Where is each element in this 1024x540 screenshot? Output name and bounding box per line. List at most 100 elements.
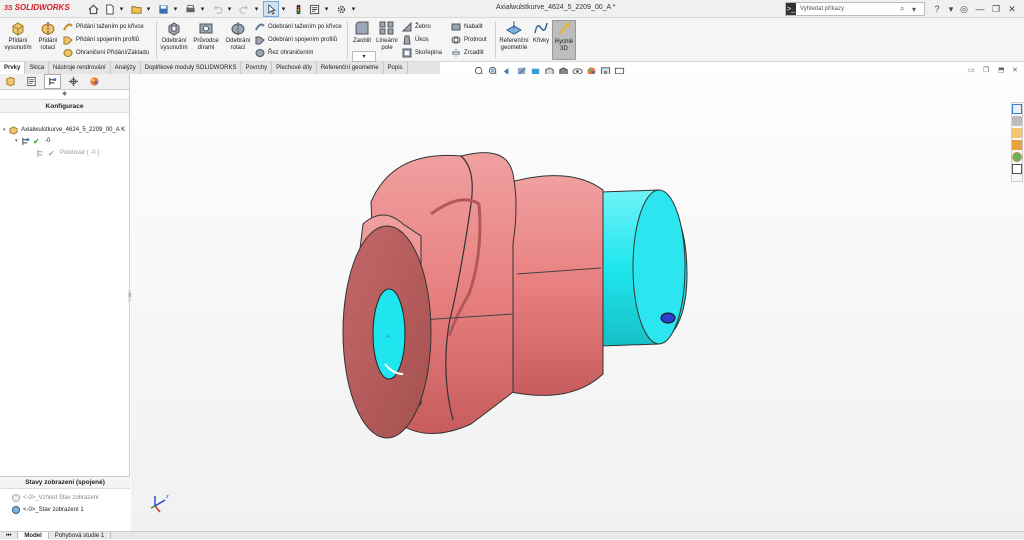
ribbon-separator [495,21,496,59]
design-library-icon[interactable] [1012,128,1022,138]
wrap-button[interactable]: Nabalit [451,21,483,32]
property-manager-tab[interactable] [24,75,39,88]
viewport-minimize-icon[interactable]: ▭ [968,66,975,74]
search-box[interactable]: >_ Vyhledat příkazy ⌕ ▾ [785,2,925,16]
document-title: Axialwulstkurve_4624_5_2209_00_A * [496,4,616,11]
shell-button[interactable]: Skořepina [402,47,442,58]
tab-sketch[interactable]: Skica [25,62,50,74]
lofted-cut-button[interactable]: Odebrání spojením profilů [255,34,337,45]
undo-icon[interactable] [210,2,224,16]
shaft-end-face[interactable] [632,189,686,345]
dimxpert-manager-tab[interactable] [66,75,81,88]
rib-button[interactable]: Žebro [402,21,431,32]
tab-sheet-metal[interactable]: Plechové díly [272,62,317,74]
viewport-maximize-icon[interactable]: ⬒ [998,66,1005,74]
viewport-restore-icon[interactable]: ❐ [983,66,989,74]
graphics-area[interactable]: ᴬ z [131,74,1024,531]
restore-icon[interactable]: ❐ [990,3,1002,15]
tab-addins[interactable]: Doplňkové moduly SOLIDWORKS [141,62,242,74]
file-props-dropdown-icon[interactable]: ▾ [323,2,330,16]
select-dropdown-icon[interactable]: ▾ [280,2,287,16]
tree-root-row[interactable]: ▾ Axialwulstkurve_4624_5_2209_00_A K [3,125,125,135]
search-icon[interactable]: ⌕ [900,4,912,14]
ribbon-separator [156,21,157,59]
tab-model[interactable]: Model [18,532,49,539]
scroll-first-icon[interactable]: ⏮ [0,532,19,539]
resources-icon[interactable] [1012,116,1022,126]
search-dropdown-icon[interactable]: ▾ [912,5,924,14]
fillet-dropdown-icon[interactable]: ▾ [352,51,376,62]
save-icon[interactable] [156,2,170,16]
lofted-boss-button[interactable]: Přidání spojením profilů [63,34,139,45]
linear-pattern-button[interactable]: Lineární pole [376,20,398,60]
extrude-cut-button[interactable]: Odebrání vysunutím [159,20,189,60]
file-props-icon[interactable] [307,2,321,16]
configuration-manager-tab[interactable] [44,74,61,89]
print-dropdown-icon[interactable]: ▾ [199,2,206,16]
print-icon[interactable] [183,2,197,16]
viewport-close-icon[interactable]: ✕ [1012,66,1018,74]
open-icon[interactable] [129,2,143,16]
swept-cut-button[interactable]: Odebrání tažením po křivce [255,21,342,32]
home-icon[interactable] [86,2,100,16]
panel-collapse-handle[interactable]: ◆ [0,90,129,99]
mirror-icon [452,48,460,57]
redo-dropdown-icon[interactable]: ▾ [253,2,260,16]
help-icon[interactable]: ? [931,3,943,15]
tab-evaluate[interactable]: Analýzy [111,62,141,74]
tree-root-label: Axialwulstkurve_4624_5_2209_00_A K [21,127,126,133]
revolve-boss-button[interactable]: Přidání rotací [35,20,61,60]
custom-properties-icon[interactable] [1012,164,1022,174]
solidworks-logo[interactable]: 3S SOLIDWORKS [4,3,70,12]
pin-hole[interactable] [660,312,676,324]
open-dropdown-icon[interactable]: ▾ [145,2,152,16]
select-icon[interactable] [263,1,279,17]
part-model[interactable]: ᴬ z [131,74,1024,531]
new-icon[interactable] [102,2,116,16]
new-dropdown-icon[interactable]: ▾ [118,2,125,16]
mirror-button[interactable]: Zrcadlit [451,47,484,58]
options-icon[interactable] [334,2,348,16]
save-dropdown-icon[interactable]: ▾ [172,2,179,16]
curves-icon [534,22,548,34]
feature-manager-tab[interactable] [3,75,18,88]
tab-render-tools[interactable]: Nástroje rendrování [49,62,111,74]
revolve-cut-button[interactable]: Odebrání rotací [223,20,253,60]
extrude-boss-button[interactable]: Přidání vysunutím [3,20,33,60]
curves-button[interactable]: Křivky [532,20,550,60]
display-state-label-2: <-0>_Stav zobrazení 1 [23,507,84,513]
hole-wizard-button[interactable]: Průvodce dírami [192,20,220,60]
quick-access-toolbar: ▾ ▾ ▾ ▾ ▾ ▾ ▾ ▾ ▾ [86,1,361,17]
tab-markup[interactable]: Popis [384,62,408,74]
display-state-row-2[interactable]: <-0>_Stav zobrazení 1 [12,505,84,515]
appearances-icon[interactable] [1012,152,1022,162]
search-placeholder[interactable]: Vyhledat příkazy [796,3,900,15]
swept-boss-button[interactable]: Přidání tažením po křivce [63,21,144,32]
tree-config-row[interactable]: ▾ ✔ -0 [15,136,50,146]
tab-features[interactable]: Prvky [0,62,26,74]
bottom-tabs: ⏮ Model Pohybová studie 1 [0,531,1024,539]
tree-child-row[interactable]: ✔ Polotovar [ -0 ] [36,148,99,158]
intersect-button[interactable]: Protnout [451,34,487,45]
file-explorer-icon[interactable] [1012,140,1022,150]
display-state-row-1[interactable]: <-0>_Vzhled Stav zobrazení [12,493,99,503]
tab-motion-study[interactable]: Pohybová studie 1 [49,532,112,539]
minimize-icon[interactable]: — [974,3,986,15]
instant3d-button[interactable]: Rychlé 3D [552,20,576,60]
rear-cylinder[interactable] [510,175,604,396]
options-dropdown-icon[interactable]: ▾ [350,2,357,16]
reference-geometry-button[interactable]: Referenční geometrie [497,20,531,60]
undo-dropdown-icon[interactable]: ▾ [226,2,233,16]
rebuild-icon[interactable] [291,2,305,16]
draft-button[interactable]: Úkos [402,34,429,45]
boundary-boss-button[interactable]: Ohraničení Přidání/Základu [63,47,149,58]
close-icon[interactable]: ✕ [1006,3,1018,15]
user-icon[interactable]: ◎ [958,3,970,15]
help-dropdown-icon[interactable]: ▾ [946,3,956,15]
tab-surfaces[interactable]: Povrchy [241,62,273,74]
home-icon[interactable] [1012,104,1022,114]
redo-icon[interactable] [237,2,251,16]
display-manager-tab[interactable] [87,75,102,88]
tab-reference-geometry[interactable]: Referenční geometrie [317,62,384,74]
boundary-cut-button[interactable]: Řez ohraničením [255,47,313,58]
